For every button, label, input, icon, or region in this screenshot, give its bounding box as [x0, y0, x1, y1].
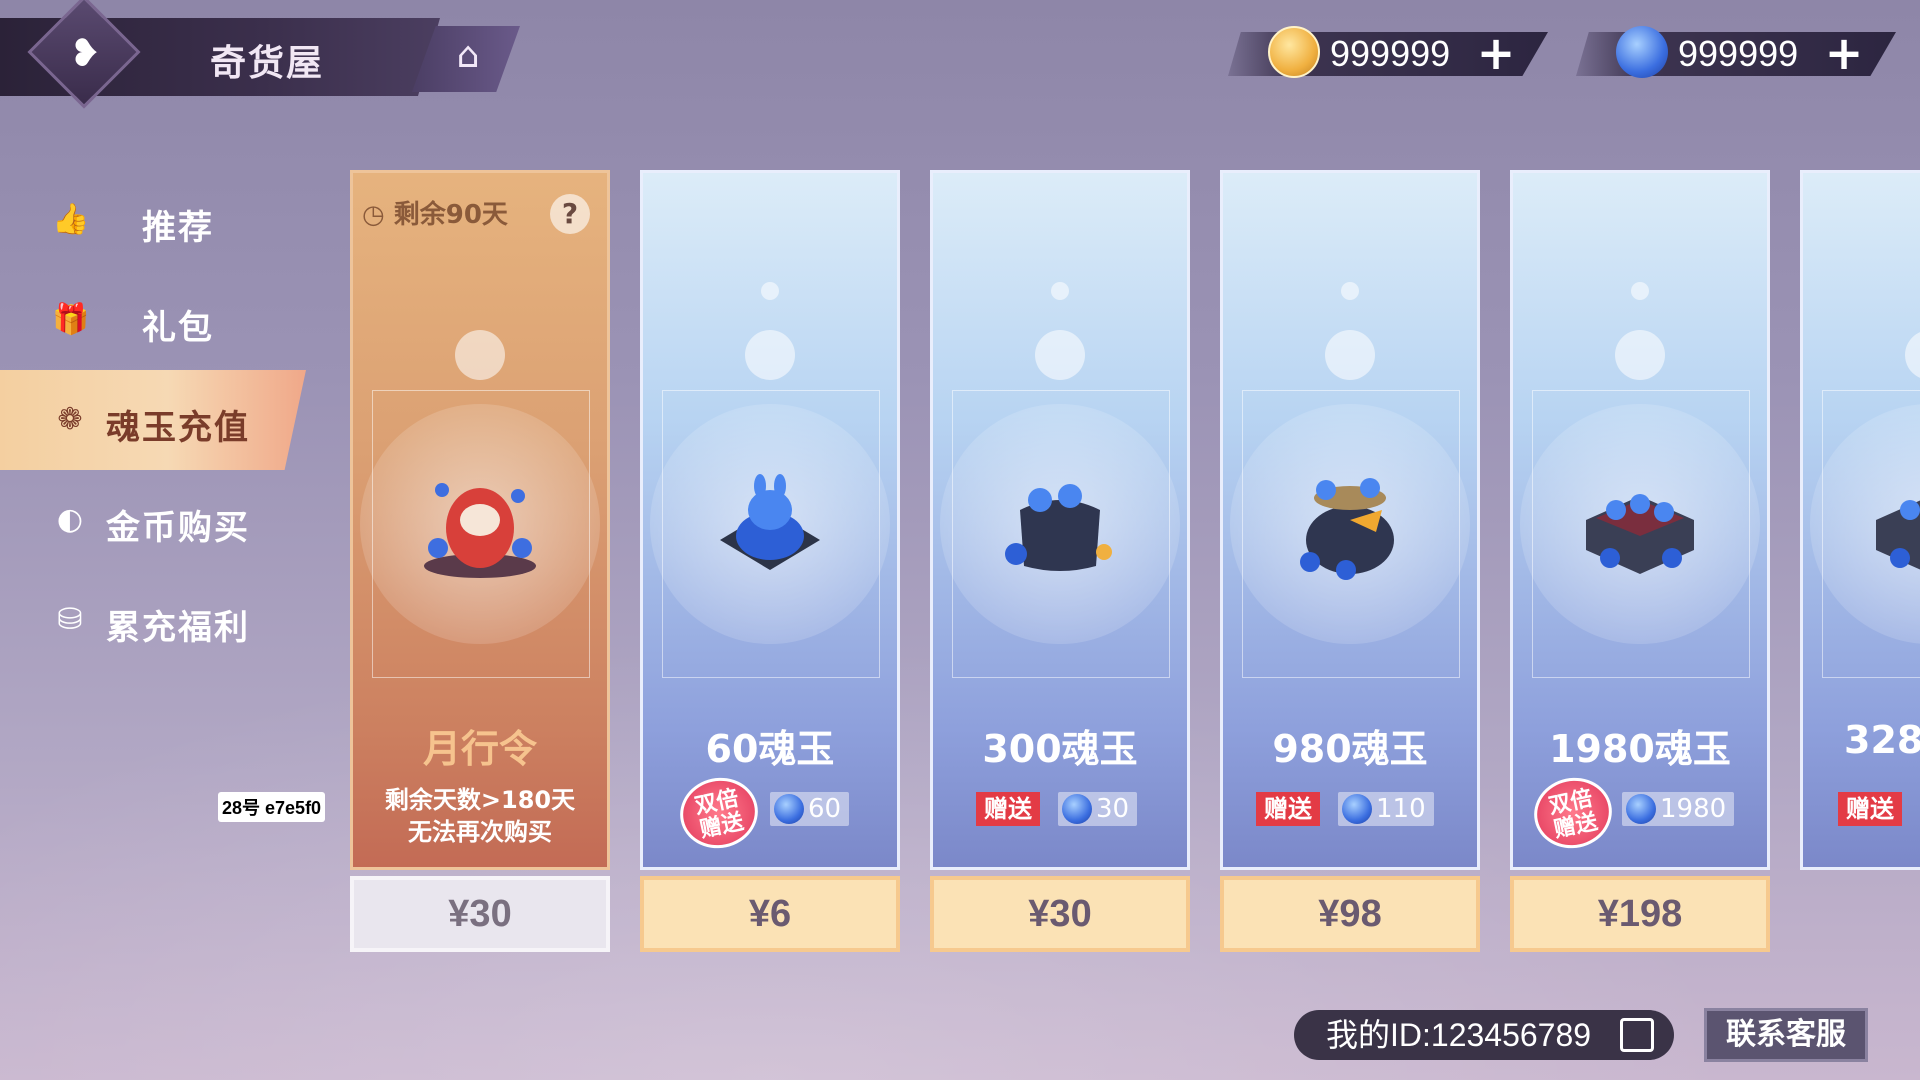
debug-tag: 28号 e7e5f0 — [218, 792, 326, 822]
heart-spade-icon: ❥ — [69, 31, 101, 75]
coin-icon — [1268, 26, 1320, 78]
gift-icon: 🎁 — [52, 302, 90, 337]
bonus-amount: 110 — [1338, 792, 1434, 826]
price-button[interactable]: ¥198 — [1510, 876, 1770, 952]
copy-icon[interactable] — [1620, 1018, 1654, 1052]
jade-pack-card[interactable]: 3280 赠送 ¥3 — [1800, 170, 1920, 870]
decor-orb — [745, 330, 795, 380]
coin-icon: ◐ — [56, 502, 84, 537]
decor-orb — [1325, 330, 1375, 380]
jade-pack-card[interactable]: 60魂玉 双倍 赠送 60 ¥6 — [640, 170, 900, 952]
card-title: 300魂玉 — [982, 727, 1138, 771]
jade-chest-icon — [1586, 494, 1694, 574]
sidebar-item-gift[interactable]: 🎁 礼包 — [0, 280, 310, 360]
sidebar-item-label: 金币购买 — [106, 508, 250, 548]
decor-orb — [1615, 330, 1665, 380]
remaining-days: 剩余90天 — [393, 200, 508, 230]
add-coin-button[interactable]: + — [1474, 30, 1518, 76]
page-title: 奇货屋 — [210, 43, 325, 84]
bonus-amount: 1980 — [1622, 792, 1735, 826]
gift-badge: 赠送 — [1256, 792, 1320, 826]
daruma-mascot-icon — [424, 483, 536, 578]
price-button[interactable]: ¥30 — [350, 876, 610, 952]
soul-jade-icon — [774, 794, 804, 824]
home-icon[interactable]: ⌂ — [448, 36, 488, 76]
gift-badge: 赠送 — [1838, 792, 1902, 826]
soul-jade-icon — [1342, 794, 1372, 824]
card-title: 3280 — [1844, 718, 1920, 762]
bonus-amount: 30 — [1058, 792, 1138, 826]
jade-pile-icon — [720, 474, 820, 570]
jade-balance: 999999 + — [1576, 26, 1906, 78]
player-id: 我的ID:123456789 — [1294, 1010, 1674, 1060]
card-title: 1980魂玉 — [1549, 727, 1731, 771]
bonus-row: 赠送 — [1800, 786, 1920, 826]
coin-balance: 999999 + — [1228, 26, 1558, 78]
soul-jade-icon: ❁ — [57, 402, 83, 437]
coins-stack-icon: ⛁ — [57, 602, 83, 637]
soul-jade-icon — [1626, 794, 1656, 824]
bonus-row: 赠送 110 — [1220, 786, 1480, 826]
soul-jade-icon — [1062, 794, 1092, 824]
card-note: 剩余天数>180天 — [384, 786, 576, 814]
add-jade-button[interactable]: + — [1822, 30, 1866, 76]
soul-jade-icon — [1616, 26, 1668, 78]
decor-orb — [1341, 282, 1359, 300]
jade-sack-icon — [1300, 478, 1394, 580]
jade-pack-card[interactable]: 980魂玉 赠送 110 ¥98 — [1220, 170, 1480, 952]
jade-pack-card[interactable]: 300魂玉 赠送 30 ¥30 — [930, 170, 1190, 952]
sidebar-item-cumulative-rewards[interactable]: ⛁ 累充福利 — [0, 580, 310, 660]
jade-value: 999999 — [1678, 33, 1799, 74]
jade-pouch-icon — [1005, 484, 1112, 571]
sidebar-item-recommend[interactable]: 👍 推荐 — [0, 180, 310, 260]
gift-badge: 赠送 — [976, 792, 1040, 826]
thumbs-up-icon: 👍 — [52, 202, 90, 237]
sidebar-item-label: 推荐 — [142, 208, 214, 248]
clock-icon-timer: ◷ 剩余90天 — [362, 200, 508, 230]
decor-orb — [1051, 282, 1069, 300]
card-title: 60魂玉 — [705, 727, 835, 771]
help-button[interactable]: ? — [550, 194, 590, 234]
bonus-row: 双倍 赠送 1980 — [1510, 770, 1770, 856]
price-button[interactable]: ¥98 — [1220, 876, 1480, 952]
sidebar-item-coin-purchase[interactable]: ◐ 金币购买 — [0, 480, 310, 560]
decor-orb — [455, 330, 505, 380]
jade-chest-icon — [1876, 500, 1920, 570]
decor-orb — [761, 282, 779, 300]
decor-orb — [1035, 330, 1085, 380]
sidebar-item-jade-recharge[interactable]: ❁ 魂玉充值 — [0, 370, 310, 470]
card-title: 月行令 — [422, 727, 537, 771]
monthly-pass-card[interactable]: ◷ 剩余90天 ? 月行令 剩余天数>180天 无法再次购买 ¥30 — [350, 170, 610, 952]
bonus-row: 双倍 赠送 60 — [640, 770, 900, 856]
price-button[interactable]: ¥6 — [640, 876, 900, 952]
price-button[interactable]: ¥30 — [930, 876, 1190, 952]
card-note: 无法再次购买 — [408, 818, 552, 846]
bonus-row: 赠送 30 — [930, 786, 1190, 826]
jade-pack-card[interactable]: 1980魂玉 双倍 赠送 1980 ¥198 — [1510, 170, 1770, 952]
sidebar-item-label: 累充福利 — [106, 608, 250, 648]
sidebar-item-label: 礼包 — [142, 308, 214, 348]
sidebar-item-label: 魂玉充值 — [106, 408, 250, 448]
bonus-amount: 60 — [770, 792, 850, 826]
decor-orb — [1631, 282, 1649, 300]
coin-value: 999999 — [1330, 33, 1451, 74]
contact-service-button[interactable]: 联系客服 — [1704, 1008, 1868, 1062]
card-title: 980魂玉 — [1272, 727, 1428, 771]
